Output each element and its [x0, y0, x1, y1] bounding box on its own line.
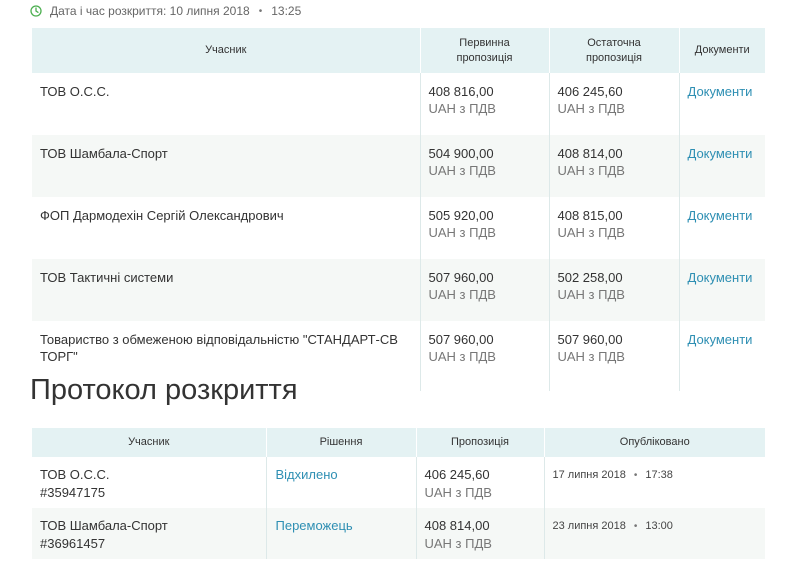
participant-name: ТОВ О.С.С. [40, 84, 110, 99]
participant-cell: ТОВ О.С.С. #35947175 [32, 457, 266, 508]
participant-name: ТОВ Тактичні системи [32, 259, 420, 321]
table-row: ТОВ О.С.С. 408 816,00 UAH з ПДВ 406 245,6… [32, 73, 765, 135]
offer-cell: 408 814,00 UAH з ПДВ [415, 508, 544, 559]
final-offer: 406 245,60 UAH з ПДВ [548, 73, 679, 135]
table-row: ТОВ Шамбала-Спорт 504 900,00 UAH з ПДВ 40… [32, 135, 765, 197]
protocol-table: Учасник Рішення Пропозиція Опубліковано … [32, 428, 765, 559]
header-participant: Учасник [32, 28, 421, 73]
table-row: ФОП Дармодехін Сергій Олександрович 505 … [32, 197, 765, 259]
published-cell: 17 липня 2018 • 17:38 [543, 457, 765, 508]
initial-offer: 504 900,00 UAH з ПДВ [419, 135, 549, 197]
published-cell: 23 липня 2018 • 13:00 [543, 508, 765, 559]
table-row: ТОВ Тактичні системи 507 960,00 UAH з ПДВ… [32, 259, 765, 321]
header-offer: Пропозиція [416, 428, 545, 457]
header-participant: Учасник [32, 428, 267, 457]
initial-offer: 507 960,00 UAH з ПДВ [419, 321, 549, 391]
header-published: Опубліковано [544, 428, 765, 457]
offer-cell: 406 245,60 UAH з ПДВ [415, 457, 544, 508]
decision-link[interactable]: Переможець [276, 518, 353, 533]
protocol-title: Протокол розкриття [30, 374, 298, 406]
final-offer: 507 960,00 UAH з ПДВ [548, 321, 679, 391]
protocol-header-row: Учасник Рішення Пропозиція Опубліковано [32, 428, 765, 457]
header-final-offer: Остаточна пропозиція [549, 28, 680, 73]
header-decision: Рішення [266, 428, 417, 457]
decision-cell: Відхилено [265, 457, 416, 508]
documents-cell: Документи [678, 73, 765, 135]
documents-link[interactable]: Документи [688, 270, 753, 285]
final-offer: 502 258,00 UAH з ПДВ [548, 259, 679, 321]
opening-time: 13:25 [271, 4, 302, 18]
participant-name: ФОП Дармодехін Сергій Олександрович [40, 208, 284, 223]
documents-link[interactable]: Документи [688, 208, 753, 223]
final-offer: 408 815,00 UAH з ПДВ [548, 197, 679, 259]
decision-link[interactable]: Відхилено [276, 467, 338, 482]
documents-link[interactable]: Документи [688, 332, 753, 347]
separator-dot: • [258, 5, 263, 17]
participant-cell: ТОВ Шамбала-Спорт #36961457 [32, 508, 266, 559]
table-row: ТОВ О.С.С. #35947175 Відхилено 406 245,60… [32, 457, 765, 508]
opening-date-label: Дата і час розкриття: 10 липня 2018 [50, 4, 250, 18]
documents-cell: Документи [678, 197, 765, 259]
header-documents: Документи [679, 28, 765, 73]
table-row: ТОВ Шамбала-Спорт #36961457 Переможець 40… [32, 508, 765, 559]
participant-name: ТОВ Шамбала-Спорт [40, 518, 168, 533]
initial-offer: 507 960,00 UAH з ПДВ [419, 259, 549, 321]
documents-link[interactable]: Документи [688, 146, 753, 161]
documents-cell: Документи [678, 259, 765, 321]
documents-cell: Документи [678, 321, 765, 391]
participant-id: #35947175 [40, 485, 106, 500]
participant-id: #36961457 [40, 536, 106, 551]
clock-icon [30, 5, 42, 17]
documents-link[interactable]: Документи [688, 84, 753, 99]
decision-cell: Переможець [265, 508, 416, 559]
documents-cell: Документи [678, 135, 765, 197]
bids-header-row: Учасник Первинна пропозиція Остаточна проп… [32, 28, 765, 73]
initial-offer: 408 816,00 UAH з ПДВ [419, 73, 549, 135]
final-offer: 408 814,00 UAH з ПДВ [548, 135, 679, 197]
participant-name: ТОВ Шамбала-Спорт [32, 135, 420, 197]
initial-offer: 505 920,00 UAH з ПДВ [419, 197, 549, 259]
header-initial-offer: Первинна пропозиція [420, 28, 550, 73]
participant-name: ТОВ О.С.С. [40, 467, 110, 482]
opening-date-line: Дата і час розкриття: 10 липня 2018 • 13… [30, 2, 301, 20]
bids-table: Учасник Первинна пропозиція Остаточна проп… [32, 28, 765, 391]
